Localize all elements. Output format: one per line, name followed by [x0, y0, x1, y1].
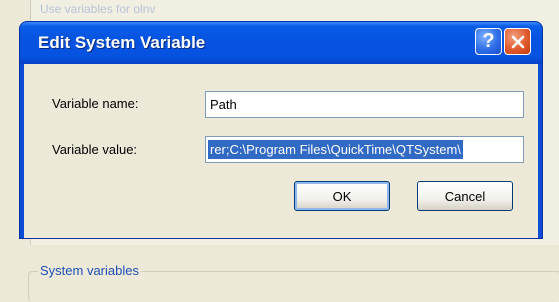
variable-name-value: Path: [210, 97, 237, 112]
variable-value-input[interactable]: rer;C:\Program Files\QuickTime\QTSystem\: [205, 136, 524, 163]
background-faded-label: Use variables for olnv: [40, 2, 156, 16]
dialog-client-area: Variable name: Path Variable value: rer;…: [24, 64, 538, 238]
variable-name-label: Variable name:: [52, 96, 139, 111]
titlebar[interactable]: Edit System Variable ?: [20, 22, 542, 64]
variable-value-selected-text: rer;C:\Program Files\QuickTime\QTSystem\: [208, 140, 463, 159]
variable-name-input[interactable]: Path: [205, 91, 524, 118]
edit-system-variable-dialog: Edit System Variable ? Variable name: Pa…: [20, 22, 542, 238]
system-variables-label: System variables: [38, 263, 141, 278]
help-button[interactable]: ?: [475, 28, 502, 55]
variable-value-label: Variable value:: [52, 142, 138, 157]
cancel-button[interactable]: Cancel: [417, 181, 513, 211]
cancel-button-label: Cancel: [444, 188, 486, 204]
help-icon: ?: [482, 30, 495, 52]
close-icon: [511, 35, 524, 48]
dialog-title: Edit System Variable: [38, 33, 206, 52]
ok-button-label: OK: [332, 188, 352, 204]
ok-button[interactable]: OK: [294, 181, 390, 211]
close-button[interactable]: [504, 28, 531, 55]
